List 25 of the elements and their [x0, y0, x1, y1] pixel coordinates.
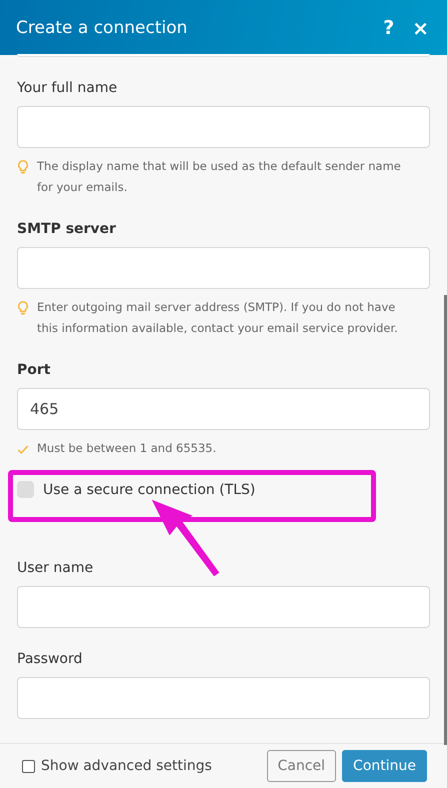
- field-label: SMTP server: [17, 221, 117, 237]
- dialog-title: Create a connection: [16, 18, 188, 38]
- hint-text: Must be between 1 and 65535.: [37, 440, 218, 457]
- hint-text: The display name that will be used as the default sender name for your emails.: [37, 158, 402, 196]
- checkbox-row[interactable]: Use a secure connection (TLS): [17, 459, 256, 498]
- input-field[interactable]: [17, 106, 430, 148]
- hint-text: Enter outgoing mail server address (SMTP). If you do not have this information available, contact your email service provider.: [37, 299, 399, 337]
- lightbulb-icon: [17, 301, 29, 316]
- input-field[interactable]: [17, 54, 430, 57]
- field-label: Password: [17, 651, 84, 667]
- password-field[interactable]: [17, 677, 430, 719]
- checkbox[interactable]: [17, 481, 34, 498]
- help-button[interactable]: ?: [381, 16, 396, 38]
- field-label: User name: [17, 560, 94, 576]
- input-field[interactable]: [17, 586, 430, 628]
- input-field[interactable]: [17, 247, 430, 289]
- close-button[interactable]: ×: [410, 16, 431, 40]
- field-label: Your full name: [17, 80, 118, 96]
- field-label: Port: [17, 362, 52, 378]
- lightbulb-icon: [17, 160, 29, 175]
- input-field[interactable]: 465: [17, 388, 430, 430]
- cancel-button[interactable]: Cancel: [266, 750, 336, 782]
- advanced-settings-checkbox[interactable]: Show advanced settings: [22, 758, 212, 774]
- continue-button[interactable]: Continue: [342, 750, 427, 782]
- scrollbar[interactable]: [444, 295, 447, 745]
